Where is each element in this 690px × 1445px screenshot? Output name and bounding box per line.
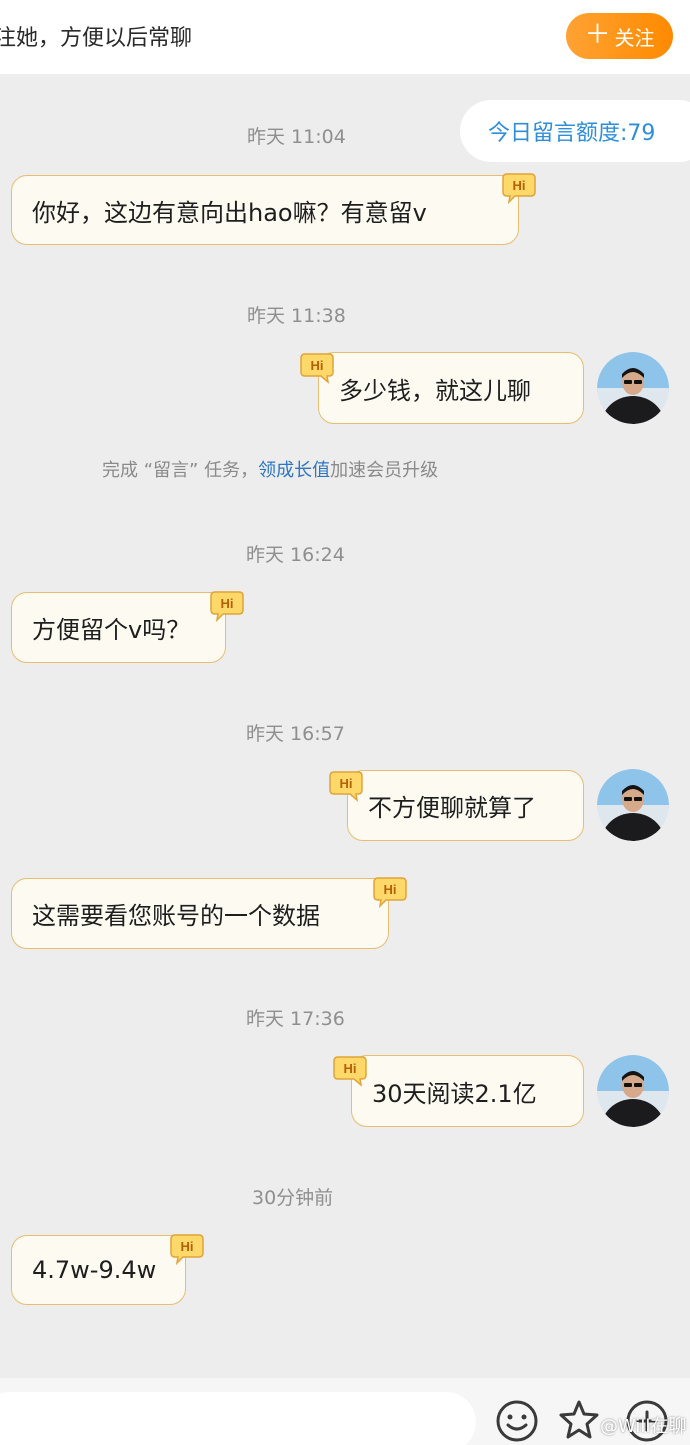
user-avatar[interactable] [597,769,669,841]
user-avatar[interactable] [597,1055,669,1127]
hi-badge-icon: Hi [300,353,334,384]
timestamp: 昨天 16:24 [246,544,345,566]
input-bar [0,1378,690,1445]
follow-button-label: 关注 [614,25,655,50]
message-quota-pill[interactable]: 今日留言额度:79 [460,100,690,162]
hi-badge-icon: Hi [170,1234,204,1265]
message-text: 你好，这边有意向出hao嘛？有意留v [32,198,427,227]
plus-icon: ＋ [584,20,611,50]
message-bubble-incoming[interactable]: 你好，这边有意向出hao嘛？有意留v [11,175,519,245]
hi-badge-icon: Hi [502,173,536,204]
message-bubble-incoming[interactable]: 这需要看您账号的一个数据 [11,878,389,949]
hi-badge-label: Hi [181,1239,194,1254]
hi-badge-label: Hi [513,178,526,193]
hi-badge-icon: Hi [333,1056,367,1087]
timestamp: 昨天 11:38 [247,305,346,327]
message-bubble-outgoing[interactable]: 不方便聊就算了 [347,770,584,841]
watermark: @Will在聊 [600,1416,687,1437]
hi-badge-icon: Hi [373,877,407,908]
user-avatar[interactable] [597,352,669,424]
message-bubble-incoming[interactable]: 方便留个v吗？ [11,592,226,663]
message-bubble-outgoing[interactable]: 多少钱，就这儿聊 [318,352,584,424]
message-text: 不方便聊就算了 [368,794,536,822]
top-bar: 注她，方便以后常聊 ＋ 关注 [0,0,690,74]
notice-suffix: 加速会员升级 [330,460,439,481]
message-text: 方便留个v吗？ [32,616,191,644]
hi-badge-label: Hi [344,1061,357,1076]
message-text: 4.7w-9.4w [32,1256,157,1284]
timestamp: 昨天 16:57 [246,723,345,745]
hi-badge-label: Hi [384,882,397,897]
sticker-icon[interactable] [556,1398,602,1444]
message-bubble-outgoing[interactable]: 30天阅读2.1亿 [351,1055,584,1127]
chat-screen: 注她，方便以后常聊 ＋ 关注 今日留言额度:79 昨天 11:04 你好，这边有… [0,0,690,1445]
hi-badge-label: Hi [221,596,234,611]
timestamp: 30分钟前 [252,1187,334,1209]
hi-badge-icon: Hi [329,771,363,802]
hi-badge-label: Hi [340,776,353,791]
notice-prefix: 完成 “留言” 任务， [102,460,259,481]
message-text: 多少钱，就这儿聊 [339,376,531,405]
message-text: 这需要看您账号的一个数据 [32,902,320,930]
follow-button[interactable]: ＋ 关注 [566,13,673,59]
task-notice: 完成 “留言” 任务，领成长值加速会员升级 [102,456,438,482]
follow-hint-text: 注她，方便以后常聊 [0,26,193,51]
emoji-icon[interactable] [494,1398,540,1444]
hi-badge-icon: Hi [210,591,244,622]
message-text: 30天阅读2.1亿 [372,1079,537,1108]
growth-value-link[interactable]: 领成长值 [258,460,330,481]
message-input[interactable] [0,1392,476,1445]
message-bubble-incoming[interactable]: 4.7w-9.4w [11,1235,186,1305]
hi-badge-label: Hi [311,358,324,373]
timestamp: 昨天 11:04 [247,126,346,148]
timestamp: 昨天 17:36 [246,1008,345,1030]
